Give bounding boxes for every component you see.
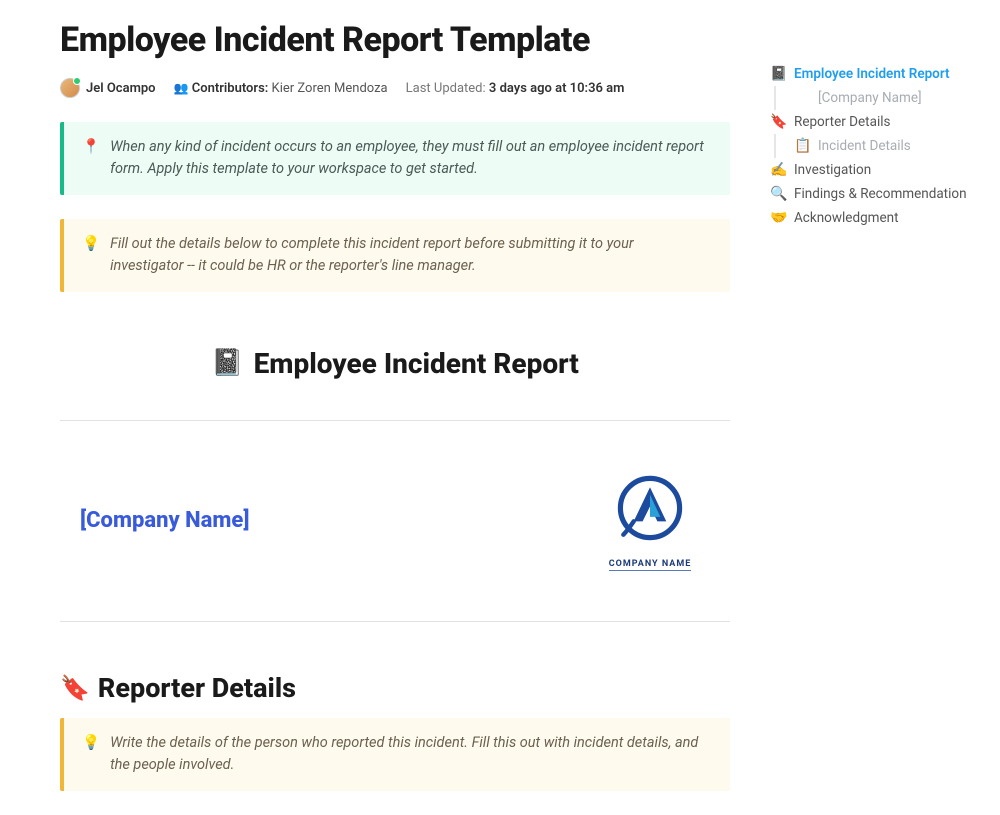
outline-item-icon: 🔍 bbox=[770, 186, 788, 202]
updated-label: Last Updated: bbox=[406, 81, 486, 96]
outline-item-label: Employee Incident Report bbox=[794, 66, 950, 82]
callout-fill-text: Fill out the details below to complete t… bbox=[110, 233, 710, 278]
outline-item-icon: 📋 bbox=[794, 138, 812, 154]
author-name: Jel Ocampo bbox=[86, 81, 156, 96]
outline-item[interactable]: 📋 Incident Details bbox=[774, 134, 980, 158]
last-updated: Last Updated: 3 days ago at 10:36 am bbox=[406, 81, 625, 96]
outline-item-label: Incident Details bbox=[818, 138, 911, 154]
author[interactable]: Jel Ocampo bbox=[60, 78, 156, 98]
document-main: Employee Incident Report Template Jel Oc… bbox=[60, 20, 730, 815]
bookmark-icon: 🔖 bbox=[60, 674, 90, 702]
contributors-label: Contributors: bbox=[192, 81, 269, 96]
callout-fill: 💡 Fill out the details below to complete… bbox=[60, 219, 730, 292]
outline-item[interactable]: 🔖 Reporter Details bbox=[770, 110, 980, 134]
bulb-icon: 💡 bbox=[82, 732, 100, 777]
divider bbox=[60, 420, 730, 421]
outline-item-label: Acknowledgment bbox=[794, 210, 899, 226]
company-name-placeholder[interactable]: [Company Name] bbox=[80, 508, 249, 533]
callout-intro: 📍 When any kind of incident occurs to an… bbox=[60, 122, 730, 195]
outline-item[interactable]: 📓 Employee Incident Report bbox=[770, 62, 980, 86]
outline-item-icon: 🔖 bbox=[770, 114, 788, 130]
outline-item[interactable]: [Company Name] bbox=[774, 86, 980, 110]
company-logo: COMPANY NAME bbox=[590, 471, 710, 571]
avatar bbox=[60, 78, 80, 98]
outline-item-icon: 📓 bbox=[770, 66, 788, 82]
contributors-value: Kier Zoren Mendoza bbox=[272, 81, 388, 96]
pin-icon: 📍 bbox=[82, 136, 100, 181]
outline-item-icon: 🤝 bbox=[770, 210, 788, 226]
meta-row: Jel Ocampo 👥 Contributors: Kier Zoren Me… bbox=[60, 78, 730, 98]
reporter-title: Reporter Details bbox=[98, 672, 296, 704]
section-heading-reporter: 🔖 Reporter Details bbox=[60, 672, 730, 704]
callout-reporter-text: Write the details of the person who repo… bbox=[110, 732, 710, 777]
section-heading-main: 📓 Employee Incident Report bbox=[60, 347, 730, 380]
section-main-title: Employee Incident Report bbox=[254, 347, 579, 380]
company-row: [Company Name] COMPANY NAME bbox=[60, 451, 730, 591]
divider bbox=[60, 621, 730, 622]
outline-item-label: Reporter Details bbox=[794, 114, 890, 130]
notebook-icon: 📓 bbox=[211, 348, 243, 378]
bulb-icon: 💡 bbox=[82, 233, 100, 278]
outline-item-label: [Company Name] bbox=[818, 90, 922, 106]
contributors[interactable]: 👥 Contributors: Kier Zoren Mendoza bbox=[174, 81, 388, 96]
outline-item-label: Findings & Recommendation bbox=[794, 186, 967, 202]
outline-item[interactable]: ✍️ Investigation bbox=[770, 158, 980, 182]
updated-value: 3 days ago at 10:36 am bbox=[489, 81, 625, 96]
logo-label: COMPANY NAME bbox=[609, 559, 692, 571]
outline-sidebar: 📓 Employee Incident Report [Company Name] 🔖… bbox=[770, 62, 980, 230]
callout-intro-text: When any kind of incident occurs to an e… bbox=[110, 136, 710, 181]
people-icon: 👥 bbox=[174, 81, 189, 95]
outline-item[interactable]: 🤝 Acknowledgment bbox=[770, 206, 980, 230]
logo-icon bbox=[613, 471, 687, 545]
page-title: Employee Incident Report Template bbox=[60, 20, 730, 60]
callout-reporter: 💡 Write the details of the person who re… bbox=[60, 718, 730, 791]
outline-item-label: Investigation bbox=[794, 162, 871, 178]
outline-item[interactable]: 🔍 Findings & Recommendation bbox=[770, 182, 980, 206]
outline-item-icon: ✍️ bbox=[770, 162, 788, 178]
